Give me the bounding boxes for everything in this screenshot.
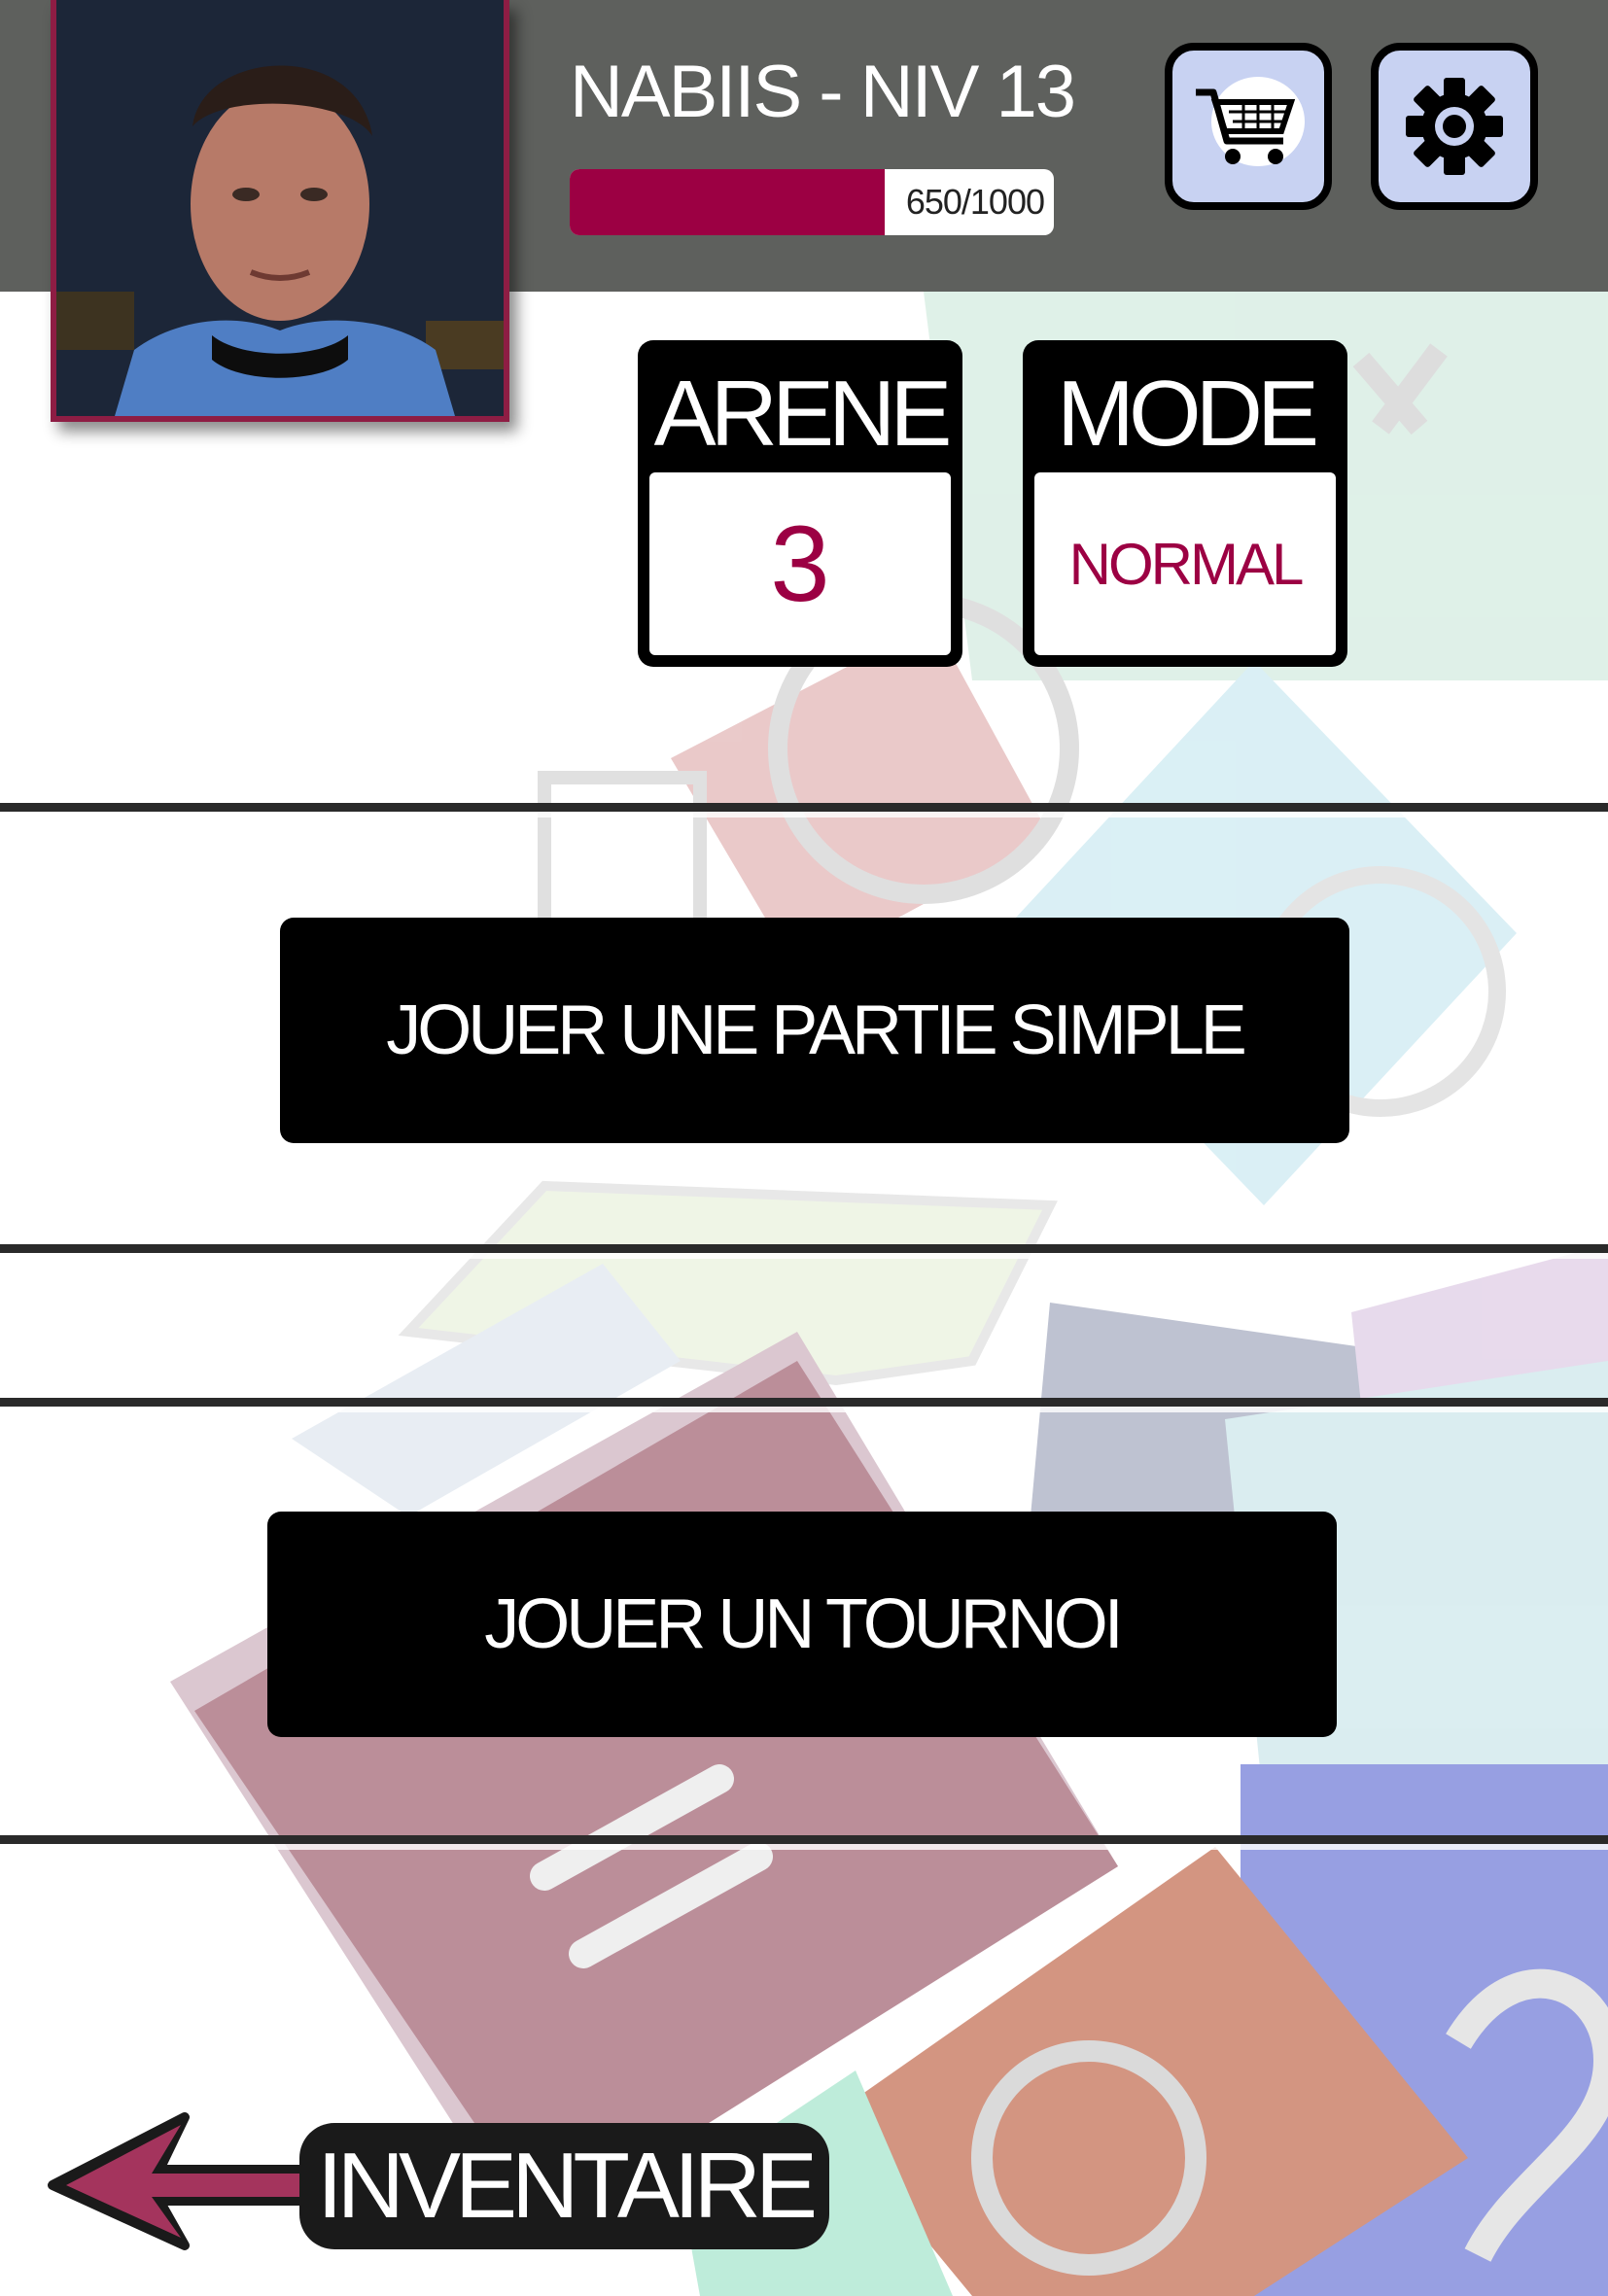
arena-title: ARENE <box>653 362 953 466</box>
arena-value: 3 <box>649 472 951 655</box>
xp-progress-bar: 650/1000 <box>570 169 1054 235</box>
inventory-button[interactable]: INVENTAIRE <box>39 2100 829 2255</box>
divider-line <box>0 1835 1608 1850</box>
inventory-label: INVENTAIRE <box>299 2123 829 2249</box>
xp-progress-fill <box>570 169 885 235</box>
divider-line <box>0 803 1608 818</box>
shop-button[interactable] <box>1165 43 1332 210</box>
divider-line <box>0 1244 1608 1259</box>
mode-title: MODE <box>1057 362 1319 466</box>
settings-button[interactable] <box>1371 43 1538 210</box>
gear-icon <box>1406 78 1503 175</box>
arena-card[interactable]: ARENE 3 <box>638 340 962 667</box>
player-avatar[interactable] <box>51 0 509 422</box>
mode-value: NORMAL <box>1034 472 1336 655</box>
mode-card[interactable]: MODE NORMAL <box>1023 340 1347 667</box>
play-simple-game-button[interactable]: JOUER UNE PARTIE SIMPLE <box>280 918 1349 1143</box>
divider-line <box>0 1398 1608 1412</box>
player-portrait <box>56 0 504 416</box>
play-tournament-button[interactable]: JOUER UN TOURNOI <box>267 1512 1337 1737</box>
shopping-cart-icon <box>1196 77 1305 166</box>
xp-progress-text: 650/1000 <box>905 182 1045 222</box>
player-name-level: NABIIS - NIV 13 <box>570 51 1076 133</box>
